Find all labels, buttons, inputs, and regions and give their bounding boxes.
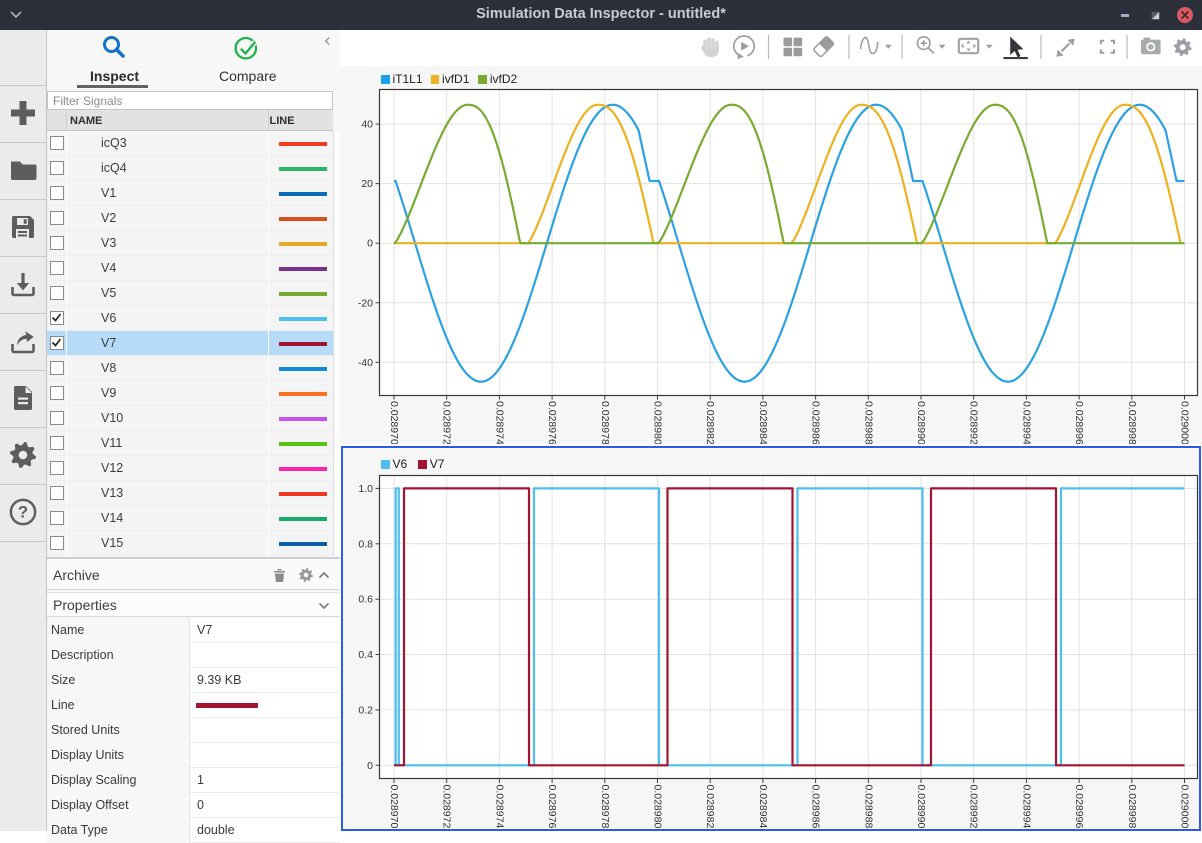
svg-text:0: 0 — [367, 238, 373, 250]
svg-text:0.029000: 0.029000 — [1179, 401, 1191, 444]
svg-text:0.028978: 0.028978 — [599, 401, 611, 444]
svg-text:0.028984: 0.028984 — [757, 401, 769, 444]
svg-text:0.028974: 0.028974 — [493, 785, 505, 829]
svg-text:0.028998: 0.028998 — [1126, 785, 1138, 829]
svg-text:40: 40 — [361, 119, 373, 131]
svg-text:0.028996: 0.028996 — [1073, 785, 1085, 829]
svg-text:0.8: 0.8 — [358, 538, 373, 550]
svg-text:0.028972: 0.028972 — [441, 401, 453, 444]
svg-text:0.028992: 0.028992 — [968, 401, 980, 444]
svg-text:0.028980: 0.028980 — [652, 785, 664, 829]
svg-text:0.028994: 0.028994 — [1020, 785, 1032, 829]
svg-text:-20: -20 — [358, 297, 373, 309]
svg-text:0.028982: 0.028982 — [704, 401, 716, 444]
svg-text:0.028988: 0.028988 — [862, 401, 874, 444]
svg-text:0.028972: 0.028972 — [441, 785, 453, 829]
svg-text:0.028980: 0.028980 — [652, 401, 664, 444]
svg-text:-40: -40 — [358, 357, 373, 369]
svg-text:0.028990: 0.028990 — [915, 401, 927, 444]
svg-text:0.028990: 0.028990 — [915, 785, 927, 829]
svg-text:0.2: 0.2 — [358, 704, 373, 716]
svg-text:0.028976: 0.028976 — [546, 785, 558, 829]
svg-text:?: ? — [18, 503, 28, 522]
svg-text:0: 0 — [367, 760, 373, 772]
svg-text:0.6: 0.6 — [358, 594, 373, 606]
svg-text:0.028992: 0.028992 — [968, 785, 980, 829]
svg-text:0.028986: 0.028986 — [810, 785, 822, 829]
svg-text:0.028974: 0.028974 — [493, 401, 505, 444]
svg-text:0.028996: 0.028996 — [1073, 401, 1085, 444]
svg-text:0.029000: 0.029000 — [1179, 785, 1191, 829]
svg-text:0.028984: 0.028984 — [757, 785, 769, 829]
svg-text:0.028994: 0.028994 — [1020, 401, 1032, 444]
svg-text:0.4: 0.4 — [358, 649, 373, 661]
svg-text:1.0: 1.0 — [358, 483, 373, 495]
svg-text:0.028998: 0.028998 — [1126, 401, 1138, 444]
svg-text:0.028978: 0.028978 — [599, 785, 611, 829]
svg-text:0.028976: 0.028976 — [546, 401, 558, 444]
svg-text:20: 20 — [361, 178, 373, 190]
svg-text:0.028986: 0.028986 — [810, 401, 822, 444]
svg-text:0.028982: 0.028982 — [704, 785, 716, 829]
svg-text:0.028988: 0.028988 — [862, 785, 874, 829]
svg-text:0.028970: 0.028970 — [388, 401, 400, 444]
svg-text:0.028970: 0.028970 — [388, 785, 400, 829]
